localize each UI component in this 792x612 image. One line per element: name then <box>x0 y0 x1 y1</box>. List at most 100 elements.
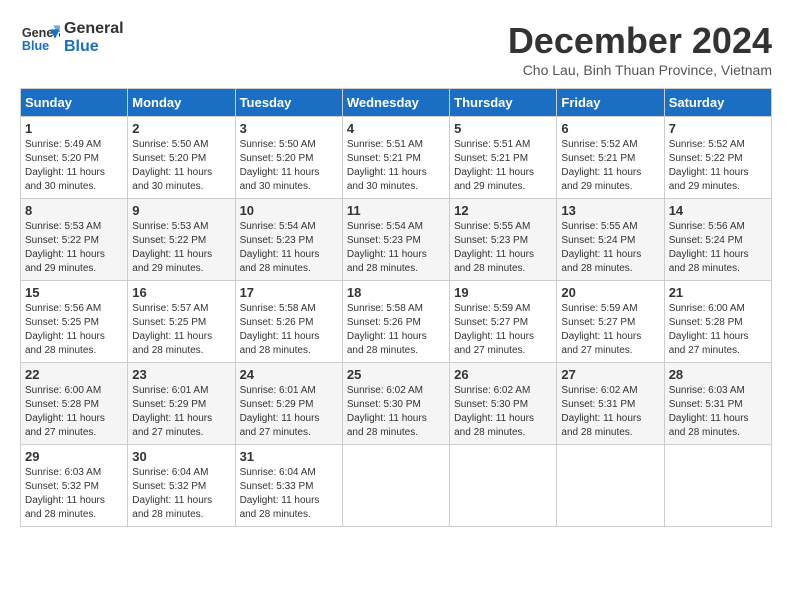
day-info: Sunrise: 6:00 AMSunset: 5:28 PMDaylight:… <box>25 384 123 440</box>
calendar-cell: 3Sunrise: 5:50 AMSunset: 5:20 PMDaylight… <box>235 117 342 199</box>
day-info: Sunrise: 6:03 AMSunset: 5:31 PMDaylight:… <box>669 384 767 440</box>
calendar-cell: 24Sunrise: 6:01 AMSunset: 5:29 PMDayligh… <box>235 363 342 445</box>
calendar-cell: 6 Sunrise: 5:52 AMSunset: 5:21 PMDaylight… <box>557 117 664 199</box>
day-info: Sunrise: 5:58 AMSunset: 5:26 PMDaylight:… <box>347 302 445 358</box>
logo: General Blue General Blue <box>20 20 124 56</box>
calendar-cell: 16 Sunrise: 5:57 AMSunset: 5:25 PMDayligh… <box>128 281 235 363</box>
weekday-header: Monday <box>128 89 235 117</box>
day-number: 5 <box>454 121 552 136</box>
day-info: Sunrise: 6:02 AMSunset: 5:30 PMDaylight:… <box>347 384 445 440</box>
day-number: 25 <box>347 367 445 382</box>
calendar-cell: 25 Sunrise: 6:02 AMSunset: 5:30 PMDayligh… <box>342 363 449 445</box>
day-number: 7 <box>669 121 767 136</box>
day-number: 22 <box>25 367 123 382</box>
calendar-cell: 7 Sunrise: 5:52 AMSunset: 5:22 PMDaylight… <box>664 117 771 199</box>
calendar-week-row: 1 Sunrise: 5:49 AMSunset: 5:20 PMDaylight… <box>21 117 772 199</box>
day-number: 28 <box>669 367 767 382</box>
calendar-header-row: SundayMondayTuesdayWednesdayThursdayFrid… <box>21 89 772 117</box>
calendar-cell: 11 Sunrise: 5:54 AMSunset: 5:23 PMDayligh… <box>342 199 449 281</box>
weekday-header: Friday <box>557 89 664 117</box>
day-number: 31 <box>240 449 338 464</box>
day-number: 24 <box>240 367 338 382</box>
calendar-cell: 15 Sunrise: 5:56 AMSunset: 5:25 PMDayligh… <box>21 281 128 363</box>
logo-text-line1: General <box>64 20 124 38</box>
calendar-cell: 30 Sunrise: 6:04 AMSunset: 5:32 PMDayligh… <box>128 445 235 527</box>
calendar-cell: 28 Sunrise: 6:03 AMSunset: 5:31 PMDayligh… <box>664 363 771 445</box>
day-info: Sunrise: 5:54 AMSunset: 5:23 PMDaylight:… <box>347 220 445 276</box>
day-number: 2 <box>132 121 230 136</box>
day-info: Sunrise: 5:57 AMSunset: 5:25 PMDaylight:… <box>132 302 230 358</box>
day-number: 12 <box>454 203 552 218</box>
weekday-header: Sunday <box>21 89 128 117</box>
day-info: Sunrise: 5:51 AMSunset: 5:21 PMDaylight:… <box>454 138 552 194</box>
day-number: 11 <box>347 203 445 218</box>
day-info: Sunrise: 5:52 AMSunset: 5:21 PMDaylight:… <box>561 138 659 194</box>
calendar-cell: 21 Sunrise: 6:00 AMSunset: 5:28 PMDayligh… <box>664 281 771 363</box>
day-info: Sunrise: 5:59 AMSunset: 5:27 PMDaylight:… <box>454 302 552 358</box>
day-info: Sunrise: 6:04 AMSunset: 5:33 PMDaylight:… <box>240 466 338 522</box>
calendar-cell: 9 Sunrise: 5:53 AMSunset: 5:22 PMDaylight… <box>128 199 235 281</box>
calendar-week-row: 15 Sunrise: 5:56 AMSunset: 5:25 PMDayligh… <box>21 281 772 363</box>
calendar-cell: 5 Sunrise: 5:51 AMSunset: 5:21 PMDaylight… <box>450 117 557 199</box>
calendar-week-row: 8 Sunrise: 5:53 AMSunset: 5:22 PMDaylight… <box>21 199 772 281</box>
day-info: Sunrise: 5:53 AMSunset: 5:22 PMDaylight:… <box>25 220 123 276</box>
day-info: Sunrise: 5:51 AMSunset: 5:21 PMDaylight:… <box>347 138 445 194</box>
day-number: 4 <box>347 121 445 136</box>
calendar-cell: 23Sunrise: 6:01 AMSunset: 5:29 PMDayligh… <box>128 363 235 445</box>
calendar-table: SundayMondayTuesdayWednesdayThursdayFrid… <box>20 88 772 527</box>
day-info: Sunrise: 6:03 AMSunset: 5:32 PMDaylight:… <box>25 466 123 522</box>
calendar-cell <box>557 445 664 527</box>
day-number: 17 <box>240 285 338 300</box>
calendar-cell: 1 Sunrise: 5:49 AMSunset: 5:20 PMDaylight… <box>21 117 128 199</box>
svg-text:Blue: Blue <box>22 39 49 53</box>
day-number: 14 <box>669 203 767 218</box>
calendar-cell: 27Sunrise: 6:02 AMSunset: 5:31 PMDayligh… <box>557 363 664 445</box>
day-info: Sunrise: 6:01 AMSunset: 5:29 PMDaylight:… <box>132 384 230 440</box>
calendar-cell: 10Sunrise: 5:54 AMSunset: 5:23 PMDayligh… <box>235 199 342 281</box>
day-number: 21 <box>669 285 767 300</box>
day-number: 10 <box>240 203 338 218</box>
day-info: Sunrise: 5:53 AMSunset: 5:22 PMDaylight:… <box>132 220 230 276</box>
month-title: December 2024 <box>508 20 772 62</box>
day-info: Sunrise: 5:56 AMSunset: 5:25 PMDaylight:… <box>25 302 123 358</box>
title-block: December 2024 Cho Lau, Binh Thuan Provin… <box>508 20 772 78</box>
day-number: 18 <box>347 285 445 300</box>
day-info: Sunrise: 5:49 AMSunset: 5:20 PMDaylight:… <box>25 138 123 194</box>
day-info: Sunrise: 5:52 AMSunset: 5:22 PMDaylight:… <box>669 138 767 194</box>
calendar-cell <box>664 445 771 527</box>
day-number: 15 <box>25 285 123 300</box>
weekday-header: Saturday <box>664 89 771 117</box>
day-info: Sunrise: 5:50 AMSunset: 5:20 PMDaylight:… <box>240 138 338 194</box>
page-header: General Blue General Blue December 2024 … <box>20 20 772 78</box>
day-number: 13 <box>561 203 659 218</box>
day-number: 9 <box>132 203 230 218</box>
day-info: Sunrise: 5:56 AMSunset: 5:24 PMDaylight:… <box>669 220 767 276</box>
day-number: 8 <box>25 203 123 218</box>
day-info: Sunrise: 5:50 AMSunset: 5:20 PMDaylight:… <box>132 138 230 194</box>
calendar-cell: 14 Sunrise: 5:56 AMSunset: 5:24 PMDayligh… <box>664 199 771 281</box>
calendar-cell: 31 Sunrise: 6:04 AMSunset: 5:33 PMDayligh… <box>235 445 342 527</box>
weekday-header: Wednesday <box>342 89 449 117</box>
calendar-cell: 26Sunrise: 6:02 AMSunset: 5:30 PMDayligh… <box>450 363 557 445</box>
weekday-header: Thursday <box>450 89 557 117</box>
day-number: 29 <box>25 449 123 464</box>
calendar-week-row: 29 Sunrise: 6:03 AMSunset: 5:32 PMDayligh… <box>21 445 772 527</box>
day-info: Sunrise: 6:02 AMSunset: 5:30 PMDaylight:… <box>454 384 552 440</box>
day-number: 30 <box>132 449 230 464</box>
weekday-header: Tuesday <box>235 89 342 117</box>
day-number: 27 <box>561 367 659 382</box>
calendar-cell <box>342 445 449 527</box>
day-info: Sunrise: 6:04 AMSunset: 5:32 PMDaylight:… <box>132 466 230 522</box>
calendar-cell: 12Sunrise: 5:55 AMSunset: 5:23 PMDayligh… <box>450 199 557 281</box>
location: Cho Lau, Binh Thuan Province, Vietnam <box>508 62 772 78</box>
day-number: 6 <box>561 121 659 136</box>
day-info: Sunrise: 5:58 AMSunset: 5:26 PMDaylight:… <box>240 302 338 358</box>
calendar-cell: 20Sunrise: 5:59 AMSunset: 5:27 PMDayligh… <box>557 281 664 363</box>
day-number: 16 <box>132 285 230 300</box>
day-info: Sunrise: 6:00 AMSunset: 5:28 PMDaylight:… <box>669 302 767 358</box>
day-info: Sunrise: 5:59 AMSunset: 5:27 PMDaylight:… <box>561 302 659 358</box>
calendar-cell: 19 Sunrise: 5:59 AMSunset: 5:27 PMDayligh… <box>450 281 557 363</box>
day-number: 19 <box>454 285 552 300</box>
calendar-cell: 22 Sunrise: 6:00 AMSunset: 5:28 PMDayligh… <box>21 363 128 445</box>
day-number: 1 <box>25 121 123 136</box>
